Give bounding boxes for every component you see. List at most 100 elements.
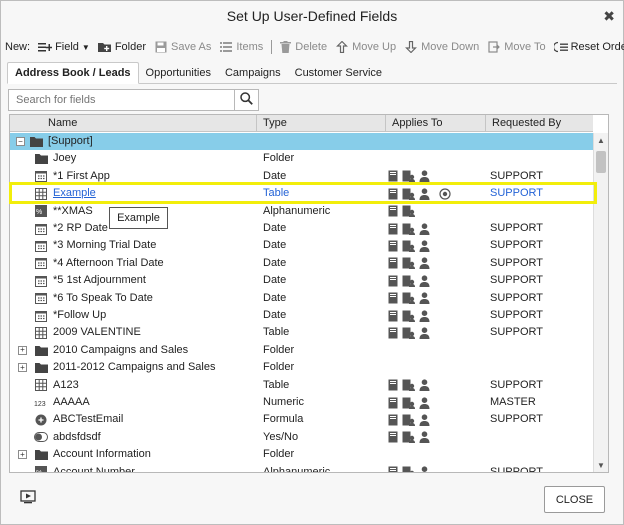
delete-button[interactable]: Delete (278, 40, 327, 54)
table-row[interactable]: *5 1st Adjournment Date SUPPORT (10, 272, 593, 289)
type-cell: Numeric (263, 396, 304, 408)
items-button[interactable]: Items (219, 40, 263, 54)
tab-address-book-leads[interactable]: Address Book / Leads (7, 62, 139, 84)
tab-customer-service[interactable]: Customer Service (288, 63, 389, 83)
table-row[interactable]: *Follow Up Date SUPPORT (10, 307, 593, 324)
move-up-button[interactable]: Move Up (335, 40, 396, 54)
video-icon[interactable] (20, 490, 36, 504)
requested-by-cell: SUPPORT (490, 256, 543, 269)
lead-icon-graphic (402, 205, 415, 218)
folder-icon-graphic (29, 137, 43, 147)
person-icon (419, 379, 430, 392)
field-name: Joey (53, 152, 77, 165)
table-row[interactable]: +2011-2012 Campaigns and Sales Folder (10, 359, 593, 376)
new-label: New: (5, 41, 30, 53)
column-header-applies-to[interactable]: Applies To (386, 115, 486, 132)
calendar-icon-graphic (35, 223, 47, 235)
person-icon-graphic (419, 431, 430, 444)
search-button[interactable] (234, 90, 258, 110)
dialog-title: Set Up User-Defined Fields (226, 8, 398, 24)
new-folder-button[interactable]: Folder (97, 40, 146, 54)
table-row[interactable]: % Account Number Alphanumeric SUPPORT (10, 464, 593, 473)
tab-campaigns[interactable]: Campaigns (218, 63, 288, 83)
table-row[interactable]: *1 First App Date SUPPORT (10, 168, 593, 185)
scroll-down-icon[interactable]: ▼ (594, 458, 608, 472)
column-header-name[interactable]: Name (10, 115, 257, 132)
applies-to-cell (388, 411, 486, 428)
name-cell: *1 First App (10, 168, 256, 185)
toolbar-divider (271, 40, 273, 54)
table-row[interactable]: *3 Morning Trial Date Date SUPPORT (10, 237, 593, 254)
table-row[interactable]: 2009 VALENTINE Table SUPPORT (10, 324, 593, 341)
person-icon (419, 275, 430, 287)
expand-icon[interactable]: + (18, 450, 27, 460)
toolbar: New: Field ▼ Folder Save As Items Delete… (5, 37, 624, 57)
name-cell: A123 (10, 377, 256, 394)
person-icon (419, 309, 430, 322)
applies-to-cell (388, 359, 486, 376)
close-icon[interactable]: ✖ (603, 8, 615, 25)
table-row[interactable]: +2010 Campaigns and Sales Folder (10, 342, 593, 359)
field-name: Account Number (53, 465, 135, 473)
person-icon (419, 414, 430, 426)
table-icon-graphic (35, 187, 47, 200)
fields-grid: Name Type Applies To Requested By − [Supp… (9, 114, 609, 473)
name-cell: 123 AAAAA (10, 394, 256, 411)
person-icon-graphic (419, 188, 430, 200)
expand-icon[interactable]: + (18, 345, 27, 355)
vertical-scrollbar[interactable]: ▲ ▼ (593, 133, 608, 472)
search-icon (240, 92, 253, 108)
person-icon (419, 466, 430, 472)
save-as-button[interactable]: Save As (154, 40, 211, 54)
person-icon (419, 257, 430, 270)
table-row[interactable]: *4 Afternoon Trial Date Date SUPPORT (10, 255, 593, 272)
scroll-thumb[interactable] (596, 151, 606, 173)
table-row[interactable]: abdsfdsdf Yes/No (10, 429, 593, 446)
person-icon (419, 396, 430, 409)
new-field-button[interactable]: Field ▼ (38, 40, 90, 54)
applies-to-cell (388, 446, 486, 463)
reset-order-label: Reset Order (570, 41, 624, 53)
requested-by-cell: SUPPORT (490, 239, 543, 252)
book-icon (388, 292, 398, 304)
expand-icon[interactable]: + (18, 363, 27, 373)
table-row[interactable]: + Account Information Folder (10, 446, 593, 463)
move-to-button[interactable]: Move To (487, 40, 546, 54)
field-name-link[interactable]: Example (53, 185, 96, 202)
scroll-up-icon[interactable]: ▲ (594, 133, 608, 147)
column-header-type[interactable]: Type (257, 115, 386, 132)
field-name: *5 1st Adjournment (53, 274, 146, 287)
person-icon (419, 170, 430, 183)
table-row[interactable]: 123 AAAAA Numeric MASTER (10, 394, 593, 411)
list-icon (219, 40, 233, 54)
applies-to-cell (388, 185, 486, 202)
search-input[interactable] (9, 90, 234, 110)
items-label: Items (236, 41, 264, 53)
table-row[interactable]: % **XMAS Alphanumeric (10, 203, 593, 220)
reset-order-button[interactable]: Reset Order (553, 40, 624, 54)
requested-by-cell: SUPPORT (490, 274, 543, 287)
tab-opportunities[interactable]: Opportunities (139, 63, 218, 83)
close-button[interactable]: CLOSE (544, 486, 605, 513)
book-icon-graphic (388, 310, 398, 321)
lead-icon (402, 292, 415, 305)
folder-icon (29, 135, 43, 149)
table-row[interactable]: Example Table SUPPORT (10, 185, 593, 202)
field-name: 2011-2012 Campaigns and Sales (53, 361, 216, 374)
calendar-icon-graphic (35, 258, 47, 270)
table-row[interactable]: A123 Table SUPPORT (10, 377, 593, 394)
table-row[interactable]: *6 To Speak To Date Date SUPPORT (10, 290, 593, 307)
lead-icon (402, 205, 415, 218)
numeric-icon-graphic: 123 (34, 401, 46, 408)
table-row[interactable]: ABCTestEmail Formula SUPPORT (10, 411, 593, 428)
calendar-icon (34, 274, 48, 288)
toggle-icon (34, 430, 48, 444)
move-down-button[interactable]: Move Down (404, 40, 479, 54)
collapse-icon[interactable]: − (16, 137, 25, 146)
table-row[interactable]: *2 RP Date Date SUPPORT (10, 220, 593, 237)
person-icon (419, 292, 430, 305)
table-row[interactable]: Joey Folder (10, 150, 593, 167)
book-icon (388, 205, 398, 217)
group-row[interactable]: − [Support] (10, 133, 593, 151)
column-header-requested-by[interactable]: Requested By (486, 115, 593, 132)
